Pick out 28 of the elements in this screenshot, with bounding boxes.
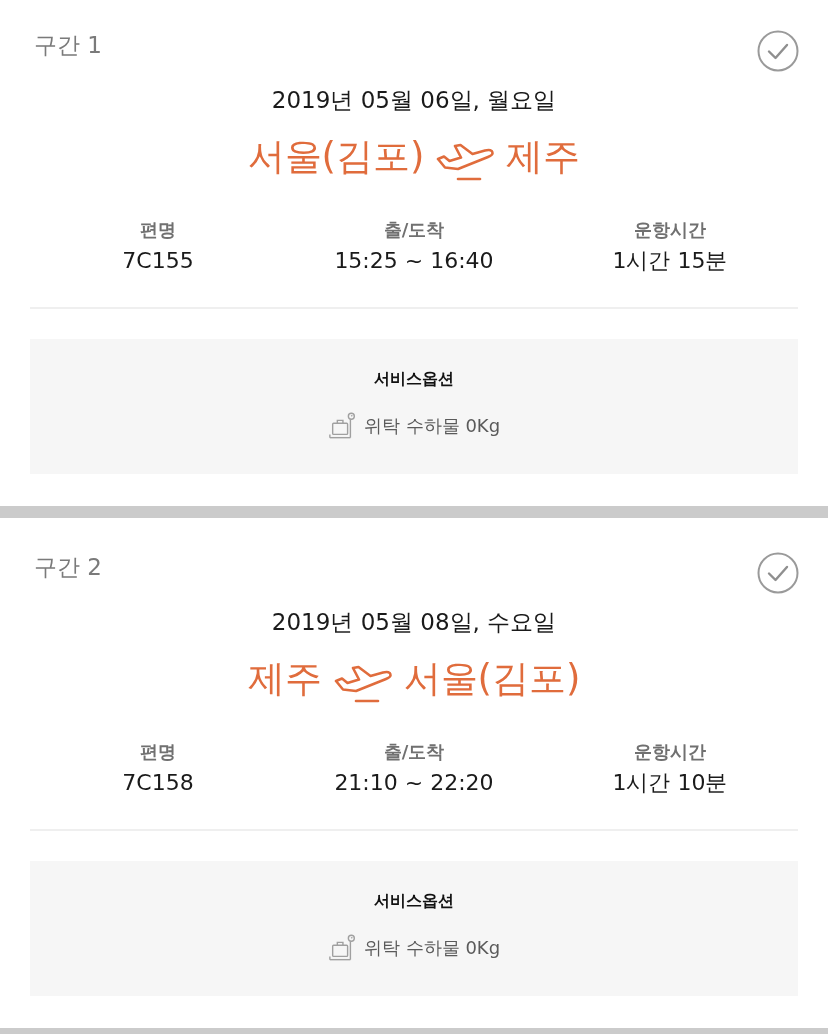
service-option-text: 위탁 수하물 0Kg xyxy=(363,936,501,960)
flight-date: 2019년 05월 06일, 월요일 xyxy=(271,86,557,115)
baggage-scale-icon xyxy=(327,412,356,440)
service-option-text: 위탁 수하물 0Kg xyxy=(363,414,501,438)
detail-value: 7C158 xyxy=(122,769,194,797)
detail-value: 15:25 ~ 16:40 xyxy=(334,247,494,275)
flight-date: 2019년 05월 08일, 수요일 xyxy=(271,608,557,637)
check-circle-icon xyxy=(757,30,799,72)
detail-value: 1시간 10분 xyxy=(612,769,728,797)
detail-value: 1시간 15분 xyxy=(612,247,728,275)
destination-city: 제주 xyxy=(506,134,581,180)
origin-city: 서울(김포) xyxy=(247,134,425,180)
detail-label: 편명 xyxy=(140,740,176,764)
service-options-title: 서비스옵션 xyxy=(374,368,454,390)
detail-value: 21:10 ~ 22:20 xyxy=(334,769,494,797)
service-options-title: 서비스옵션 xyxy=(374,890,454,912)
detail-label: 출/도착 xyxy=(383,740,445,764)
baggage-scale-icon xyxy=(327,934,356,962)
detail-value: 7C155 xyxy=(122,247,194,275)
detail-label: 운항시간 xyxy=(634,740,706,764)
segment-label: 구간 1 xyxy=(34,31,102,60)
destination-city: 서울(김포) xyxy=(403,656,581,702)
segment-label: 구간 2 xyxy=(34,553,102,582)
origin-city: 제주 xyxy=(247,656,322,702)
check-circle-icon xyxy=(757,552,799,594)
detail-label: 운항시간 xyxy=(634,218,706,242)
detail-label: 편명 xyxy=(140,218,176,242)
detail-label: 출/도착 xyxy=(383,218,445,242)
